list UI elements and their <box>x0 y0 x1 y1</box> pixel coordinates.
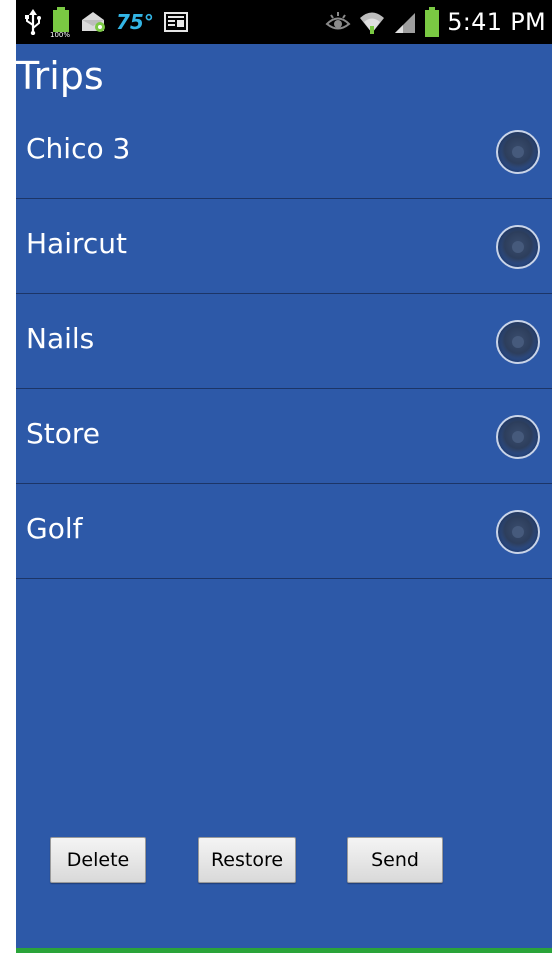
battery-percent-label: 100% <box>50 31 71 39</box>
status-bar: 100% 75° 5:41 PM <box>16 0 552 44</box>
clock-time: 5:41 PM <box>447 8 546 36</box>
trips-list: Chico 3 Haircut Nails Store Golf <box>16 104 552 579</box>
trip-label: Nails <box>26 322 95 355</box>
radio-button[interactable] <box>496 320 540 364</box>
signal-icon <box>393 10 417 34</box>
eye-icon <box>325 11 351 33</box>
email-notification-icon <box>80 11 106 33</box>
page-title: Trips <box>16 54 104 98</box>
restore-button[interactable]: Restore <box>198 837 296 883</box>
radio-button[interactable] <box>496 225 540 269</box>
send-button[interactable]: Send <box>347 837 443 883</box>
temperature-text: 75° <box>116 10 154 34</box>
list-item[interactable]: Store <box>16 389 552 484</box>
trip-label: Chico 3 <box>26 132 131 165</box>
bottom-accent-bar <box>16 948 552 953</box>
radio-button[interactable] <box>496 510 540 554</box>
list-item[interactable]: Chico 3 <box>16 104 552 199</box>
trip-label: Haircut <box>26 227 128 260</box>
status-bar-left: 100% 75° <box>24 4 188 40</box>
wifi-icon <box>359 9 385 35</box>
app-screen: 100% 75° 5:41 PM Trips Chico 3 Haircut N… <box>16 0 552 953</box>
action-buttons: Delete Restore Send <box>16 837 552 883</box>
status-bar-right: 5:41 PM <box>325 4 546 40</box>
radio-button[interactable] <box>496 415 540 459</box>
delete-button[interactable]: Delete <box>50 837 146 883</box>
trip-label: Golf <box>26 512 83 545</box>
news-icon <box>163 12 188 32</box>
list-item[interactable]: Golf <box>16 484 552 579</box>
list-item[interactable]: Haircut <box>16 199 552 294</box>
battery-full-icon: 100% <box>50 7 71 39</box>
trip-label: Store <box>26 417 101 450</box>
battery-icon <box>425 7 440 37</box>
usb-icon <box>24 9 42 35</box>
radio-button[interactable] <box>496 130 540 174</box>
list-item[interactable]: Nails <box>16 294 552 389</box>
